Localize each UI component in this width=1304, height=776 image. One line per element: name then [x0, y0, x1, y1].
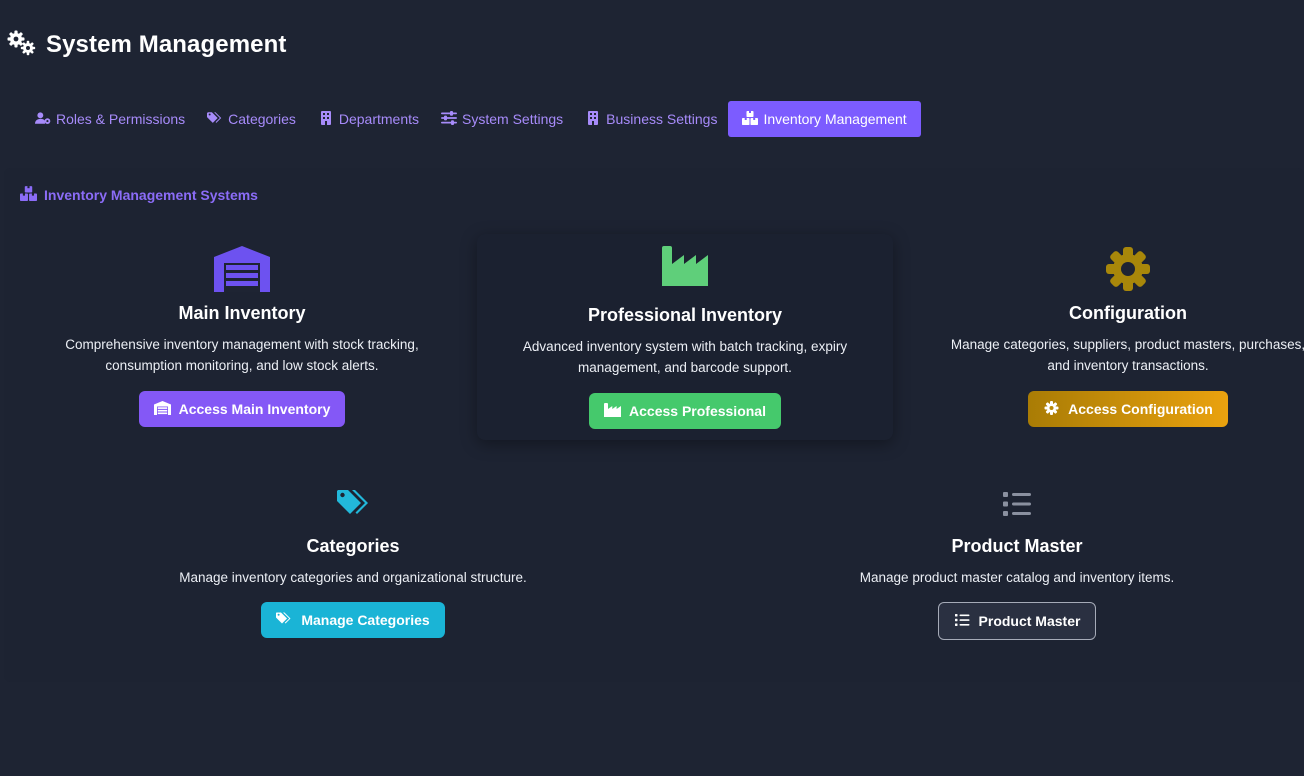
section-heading: Inventory Management Systems — [20, 186, 258, 204]
card-description: Advanced inventory system with batch tra… — [522, 339, 848, 375]
card-title: Categories — [306, 536, 400, 556]
boxes-icon — [742, 110, 759, 128]
building-icon — [585, 110, 601, 128]
tab-label: System Settings — [462, 111, 564, 127]
list-icon — [954, 613, 971, 630]
warehouse-icon — [153, 400, 171, 418]
tab-business-settings[interactable]: Business Settings — [574, 101, 728, 137]
tab-label: Inventory Management — [763, 111, 907, 127]
industry-icon — [604, 402, 622, 420]
tab-inventory-management[interactable]: Inventory Management — [728, 101, 921, 137]
card-title: Product Master — [951, 536, 1083, 556]
page-header: System Management — [6, 28, 286, 62]
warehouse-icon — [214, 246, 270, 297]
tags-icon — [207, 111, 223, 128]
tags-icon — [337, 489, 369, 524]
access-main-inventory-button[interactable]: Access Main Inventory — [138, 391, 346, 427]
tab-label: Business Settings — [606, 111, 718, 127]
tab-label: Roles & Permissions — [56, 111, 186, 127]
sliders-icon — [441, 110, 458, 128]
card-product-master: Product Master Manage product master cat… — [807, 489, 1227, 640]
card-description: Comprehensive inventory management with … — [65, 337, 419, 373]
card-main-inventory: Main Inventory Comprehensive inventory m… — [32, 246, 452, 427]
card-description: Manage product master catalog and invent… — [859, 570, 1175, 585]
card-title: Main Inventory — [178, 303, 306, 323]
tab-categories[interactable]: Categories — [196, 101, 307, 137]
building-icon — [318, 110, 334, 128]
tab-departments[interactable]: Departments — [307, 101, 430, 137]
tab-system-settings[interactable]: System Settings — [430, 101, 574, 137]
gear-icon — [1043, 400, 1060, 418]
card-professional-inventory: Professional Inventory Advanced inventor… — [477, 234, 893, 440]
gears-icon — [6, 29, 38, 62]
card-configuration: Configuration Manage categories, supplie… — [918, 246, 1304, 427]
section-title: Inventory Management Systems — [44, 187, 258, 203]
tab-label: Categories — [228, 111, 296, 127]
card-description: Manage categories, suppliers, product ma… — [950, 337, 1304, 373]
product-master-button[interactable]: Product Master — [937, 602, 1097, 640]
tab-bar: Roles & Permissions Categories Departmen… — [24, 101, 921, 137]
tab-roles-permissions[interactable]: Roles & Permissions — [24, 101, 196, 137]
list-icon — [1002, 489, 1032, 524]
card-description: Manage inventory categories and organiza… — [179, 570, 527, 585]
boxes-icon — [20, 186, 37, 204]
access-professional-button[interactable]: Access Professional — [589, 393, 781, 429]
card-title: Configuration — [1069, 303, 1187, 323]
industry-icon — [662, 246, 708, 291]
access-configuration-button[interactable]: Access Configuration — [1028, 391, 1228, 427]
page-title: System Management — [46, 31, 287, 58]
tab-label: Departments — [338, 111, 420, 127]
card-categories: Categories Manage inventory categories a… — [143, 489, 563, 638]
card-title: Professional Inventory — [587, 305, 783, 325]
tags-icon — [276, 612, 293, 629]
manage-categories-button[interactable]: Manage Categories — [261, 602, 445, 638]
user-gear-icon — [35, 111, 51, 128]
gear-icon — [1105, 246, 1151, 297]
